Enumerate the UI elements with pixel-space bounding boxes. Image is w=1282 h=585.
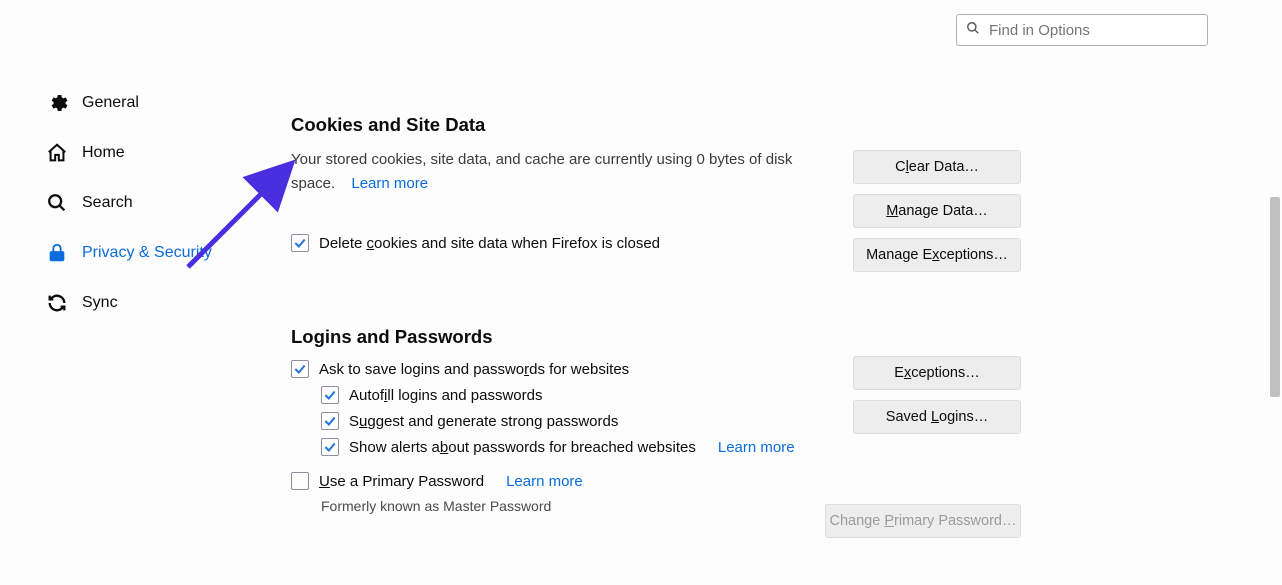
clear-data-button[interactable]: Clear Data…	[853, 150, 1021, 184]
saved-logins-button[interactable]: Saved Logins…	[853, 400, 1021, 434]
ask-save-label: Ask to save logins and passwords for web…	[319, 361, 629, 378]
sidebar-item-label: Sync	[82, 294, 118, 312]
home-icon	[46, 142, 68, 164]
ask-save-checkbox[interactable]	[291, 360, 309, 378]
sidebar-item-label: Privacy & Security	[82, 244, 212, 262]
alerts-checkbox[interactable]	[321, 438, 339, 456]
sync-icon	[46, 292, 68, 314]
sidebar: General Home Search Privacy & Security S…	[0, 0, 255, 585]
sidebar-item-general[interactable]: General	[46, 78, 255, 128]
suggest-checkbox[interactable]	[321, 412, 339, 430]
manage-data-button[interactable]: Manage Data…	[853, 194, 1021, 228]
alerts-learn-more-link[interactable]: Learn more	[718, 439, 795, 456]
scrollbar-thumb[interactable]	[1270, 197, 1280, 397]
delete-on-close-label: Delete cookies and site data when Firefo…	[319, 235, 660, 252]
learn-more-link[interactable]: Learn more	[351, 175, 428, 192]
sidebar-item-home[interactable]: Home	[46, 128, 255, 178]
delete-on-close-row: Delete cookies and site data when Firefo…	[291, 234, 838, 252]
primary-label: Use a Primary Password	[319, 473, 484, 490]
primary-checkbox[interactable]	[291, 472, 309, 490]
exceptions-button[interactable]: Exceptions…	[853, 356, 1021, 390]
change-primary-button: Change Primary Password…	[825, 504, 1021, 538]
sidebar-item-label: General	[82, 94, 139, 112]
primary-row: Use a Primary Password Learn more	[291, 472, 1021, 490]
suggest-label: Suggest and generate strong passwords	[349, 413, 618, 430]
sidebar-item-label: Home	[82, 144, 125, 162]
sidebar-item-sync[interactable]: Sync	[46, 278, 255, 328]
scrollbar-track[interactable]	[1268, 0, 1282, 585]
autofill-checkbox[interactable]	[321, 386, 339, 404]
alerts-row: Show alerts about passwords for breached…	[321, 438, 1021, 456]
search-icon	[46, 192, 68, 214]
cookies-section: Cookies and Site Data Your stored cookie…	[291, 114, 1021, 272]
cookies-description: Your stored cookies, site data, and cach…	[291, 148, 836, 196]
gear-icon	[46, 92, 68, 114]
alerts-label: Show alerts about passwords for breached…	[349, 439, 696, 456]
primary-learn-more-link[interactable]: Learn more	[506, 473, 583, 490]
main-pane: Cookies and Site Data Your stored cookie…	[255, 0, 1268, 585]
delete-on-close-checkbox[interactable]	[291, 234, 309, 252]
sidebar-item-label: Search	[82, 194, 133, 212]
manage-exceptions-button[interactable]: Manage Exceptions…	[853, 238, 1021, 272]
lock-icon	[46, 242, 68, 264]
logins-section: Logins and Passwords Ask to save logins …	[291, 326, 1021, 514]
section-title-cookies: Cookies and Site Data	[291, 114, 838, 136]
sidebar-item-search[interactable]: Search	[46, 178, 255, 228]
section-title-logins: Logins and Passwords	[291, 326, 1021, 348]
autofill-label: Autofill logins and passwords	[349, 387, 542, 404]
sidebar-item-privacy[interactable]: Privacy & Security	[46, 228, 255, 278]
